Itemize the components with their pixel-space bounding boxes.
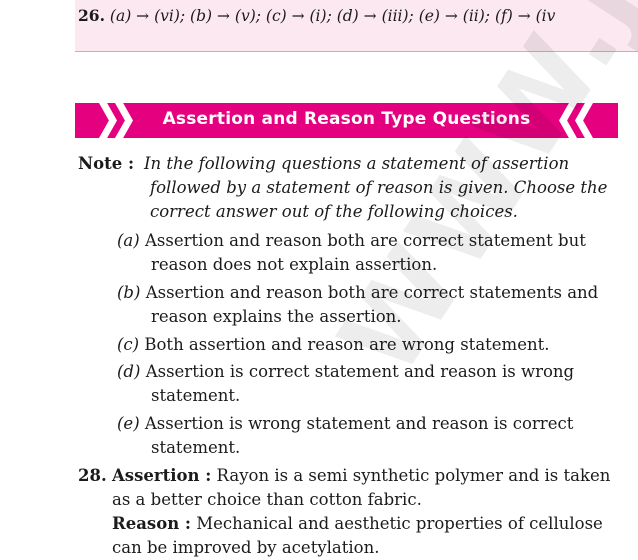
- reason-text: can be improved by acetylation.: [112, 538, 380, 557]
- choice-d: (d) Assertion is correct statement and r…: [117, 360, 574, 408]
- choice-e: (e) Assertion is wrong statement and rea…: [117, 412, 573, 460]
- note-label: Note :: [78, 154, 135, 173]
- choice-text: Assertion is wrong statement and reason …: [144, 414, 574, 433]
- question-number: 26.: [78, 6, 105, 25]
- reason-label: Reason :: [112, 514, 192, 533]
- choice-text: Assertion is correct statement and reaso…: [145, 362, 575, 381]
- assertion-text: as a better choice than cotton fabric.: [112, 490, 422, 509]
- reason-text: Mechanical and aesthetic properties of c…: [191, 514, 603, 533]
- answer-key-line: 26. (a) → (vi); (b) → (v); (c) → (i); (d…: [78, 6, 555, 25]
- question-number: 28.: [78, 466, 107, 485]
- question-28: Assertion : Rayon is a semi synthetic po…: [112, 464, 610, 560]
- choice-text: statement.: [151, 386, 241, 405]
- choice-label: (c): [117, 335, 140, 354]
- choice-label: (e): [117, 414, 140, 433]
- choice-label: (d): [117, 362, 141, 381]
- choice-label: (b): [117, 283, 141, 302]
- assertion-text: Rayon is a semi synthetic polymer and is…: [211, 466, 611, 485]
- assertion-label: Assertion :: [112, 466, 212, 485]
- choice-label: (a): [117, 231, 140, 250]
- choice-text: statement.: [151, 438, 241, 457]
- answer-key-text: (a) → (vi); (b) → (v); (c) → (i); (d) → …: [109, 7, 556, 25]
